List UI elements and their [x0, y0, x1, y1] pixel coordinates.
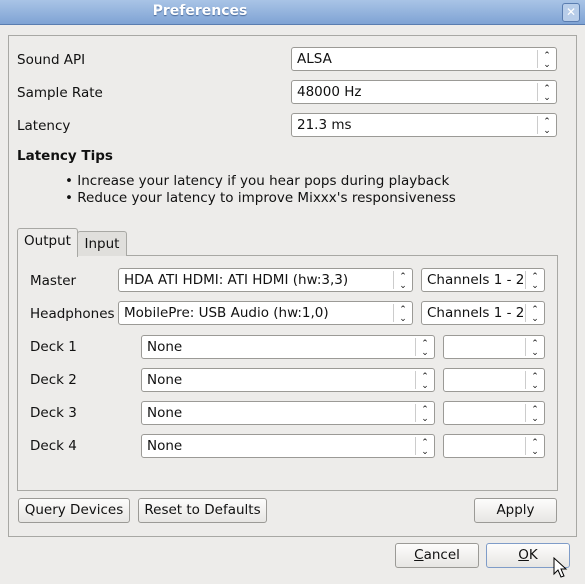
latency-tips-heading: Latency Tips [17, 148, 113, 164]
cancel-label: ancel [423, 547, 460, 563]
chevron-updown-icon: ⌃ ⌄ [537, 116, 556, 136]
headphones-device-value: MobilePre: USB Audio (hw:1,0) [124, 305, 329, 321]
deck-2-device-value: None [147, 372, 183, 388]
deck-1-device-value: None [147, 339, 183, 355]
tip-item: • Reduce your latency to improve Mixxx's… [65, 190, 456, 206]
master-device-value: HDA ATI HDMI: ATI HDMI (hw:3,3) [124, 272, 349, 288]
chevron-updown-icon: ⌃ ⌄ [415, 338, 434, 358]
deck-1-channels-select[interactable]: ⌃ ⌄ [443, 335, 545, 359]
deck-4-channels-select[interactable]: ⌃ ⌄ [443, 434, 545, 458]
deck-2-device-select[interactable]: None ⌃ ⌄ [141, 368, 435, 392]
master-label: Master [30, 273, 77, 289]
deck-3-channels-select[interactable]: ⌃ ⌄ [443, 401, 545, 425]
chevron-updown-icon: ⌃ ⌄ [537, 50, 556, 70]
chevron-updown-icon: ⌃ ⌄ [525, 404, 544, 424]
mouse-cursor-icon [553, 557, 568, 578]
close-icon[interactable]: ✕ [562, 3, 580, 22]
sound-api-value: ALSA [297, 51, 332, 67]
ok-label: K [528, 547, 538, 563]
headphones-channels-select[interactable]: Channels 1 - 2 ⌃ ⌄ [421, 301, 545, 325]
deck-1-label: Deck 1 [30, 339, 77, 355]
chevron-updown-icon: ⌃ ⌄ [525, 371, 544, 391]
sample-rate-select[interactable]: 48000 Hz ⌃ ⌄ [291, 80, 557, 104]
deck-4-device-value: None [147, 438, 183, 454]
latency-label: Latency [17, 118, 71, 134]
deck-4-device-select[interactable]: None ⌃ ⌄ [141, 434, 435, 458]
chevron-updown-icon: ⌃ ⌄ [525, 437, 544, 457]
latency-value: 21.3 ms [297, 117, 352, 133]
headphones-label: Headphones [30, 306, 115, 322]
master-channels-value: Channels 1 - 2 [427, 272, 525, 288]
chevron-updown-icon: ⌃ ⌄ [525, 304, 544, 324]
deck-3-device-select[interactable]: None ⌃ ⌄ [141, 401, 435, 425]
deck-2-channels-select[interactable]: ⌃ ⌄ [443, 368, 545, 392]
sound-api-label: Sound API [17, 52, 86, 68]
deck-2-label: Deck 2 [30, 372, 77, 388]
cancel-button[interactable]: Cancel [395, 543, 479, 568]
chevron-updown-icon: ⌃ ⌄ [393, 304, 412, 324]
chevron-updown-icon: ⌃ ⌄ [415, 404, 434, 424]
chevron-updown-icon: ⌃ ⌄ [415, 371, 434, 391]
master-device-select[interactable]: HDA ATI HDMI: ATI HDMI (hw:3,3) ⌃ ⌄ [118, 268, 413, 292]
latency-select[interactable]: 21.3 ms ⌃ ⌄ [291, 113, 557, 137]
cancel-mnemonic: C [414, 547, 424, 563]
sample-rate-value: 48000 Hz [297, 84, 362, 100]
tab-output[interactable]: Output [17, 228, 78, 257]
chevron-updown-icon: ⌃ ⌄ [525, 271, 544, 291]
deck-1-device-select[interactable]: None ⌃ ⌄ [141, 335, 435, 359]
apply-button[interactable]: Apply [474, 498, 557, 523]
window-title: Preferences [152, 3, 248, 19]
sample-rate-label: Sample Rate [17, 85, 103, 101]
chevron-updown-icon: ⌃ ⌄ [415, 437, 434, 457]
chevron-updown-icon: ⌃ ⌄ [525, 338, 544, 358]
master-channels-select[interactable]: Channels 1 - 2 ⌃ ⌄ [421, 268, 545, 292]
tab-input[interactable]: Input [77, 231, 127, 256]
ok-mnemonic: O [518, 547, 529, 563]
headphones-channels-value: Channels 1 - 2 [427, 305, 525, 321]
sound-api-select[interactable]: ALSA ⌃ ⌄ [291, 47, 557, 71]
headphones-device-select[interactable]: MobilePre: USB Audio (hw:1,0) ⌃ ⌄ [118, 301, 413, 325]
deck-4-label: Deck 4 [30, 438, 77, 454]
chevron-updown-icon: ⌃ ⌄ [393, 271, 412, 291]
query-devices-button[interactable]: Query Devices [18, 498, 130, 523]
deck-3-label: Deck 3 [30, 405, 77, 421]
tip-item: • Increase your latency if you hear pops… [65, 173, 450, 189]
title-bar: Preferences ✕ [0, 0, 585, 25]
deck-3-device-value: None [147, 405, 183, 421]
chevron-updown-icon: ⌃ ⌄ [537, 83, 556, 103]
reset-to-defaults-button[interactable]: Reset to Defaults [138, 498, 267, 523]
